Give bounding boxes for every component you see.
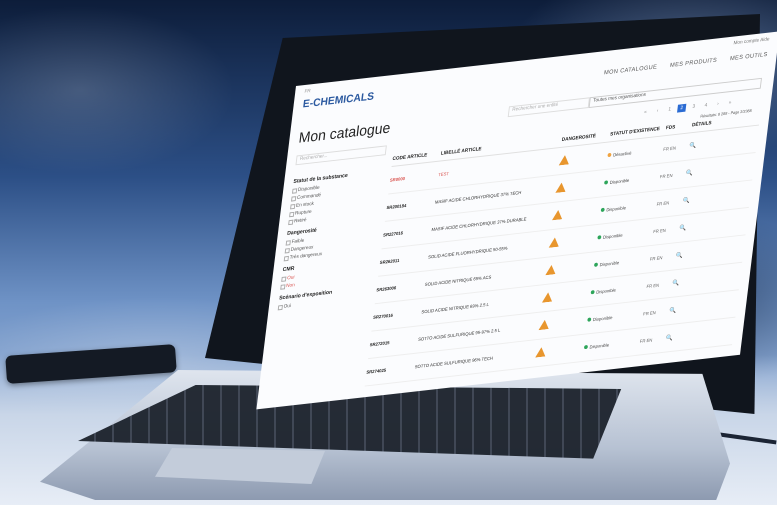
article-code: SR274025 — [366, 367, 387, 375]
article-label: TEST — [437, 171, 450, 178]
search-input[interactable]: Rechercher... — [295, 145, 387, 166]
fds-links[interactable]: FR EN — [663, 144, 690, 152]
status-dot-icon — [590, 290, 595, 295]
status-badge: Disponible — [593, 257, 650, 268]
page-button[interactable]: » — [725, 98, 734, 107]
hazard-cell — [555, 178, 605, 194]
fds-links[interactable]: FR EN — [660, 171, 687, 179]
page-button[interactable]: « — [641, 108, 650, 117]
fds-links[interactable]: FR EN — [646, 281, 673, 289]
article-code: SR200184 — [386, 203, 407, 211]
top-links[interactable]: Mon compte Aide — [733, 36, 770, 46]
status-badge: Disponible — [600, 202, 657, 213]
article-code: SR263006 — [376, 285, 397, 293]
fds-links[interactable]: FR EN — [656, 199, 683, 206]
hazard-cell — [545, 260, 595, 276]
page-button[interactable]: 2 — [677, 103, 687, 113]
status-dot-icon — [600, 207, 605, 213]
catalogue-table: CODE ARTICLE LIBELLÉ ARTICLE DANGEROSITÉ… — [364, 114, 761, 387]
article-code: SR270016 — [372, 312, 394, 320]
hazard-cell — [552, 205, 602, 221]
article-code: SR0000 — [389, 176, 406, 183]
hazard-cell — [559, 150, 609, 166]
hazard-cell — [542, 287, 592, 303]
status-dot-icon — [607, 152, 612, 158]
main-menu: MON CATALOGUE MES PRODUITS MES OUTILS — [604, 52, 768, 76]
status-badge: Disponible — [587, 312, 643, 323]
article-label: MASIF ACIDE CHLORHYDRIQUE 37% DURABLE — [431, 216, 527, 233]
page-button[interactable]: 4 — [701, 101, 710, 110]
menu-item-products[interactable]: MES PRODUITS — [670, 58, 718, 69]
article-code: SR227016 — [382, 230, 404, 238]
search-icon[interactable]: 🔍 — [672, 276, 710, 287]
fds-links[interactable]: FR EN — [643, 309, 670, 316]
entity-search-input[interactable]: Rechercher une entité — [507, 97, 590, 118]
hazard-warning-icon — [545, 264, 556, 275]
status-dot-icon — [597, 235, 602, 240]
col-fds: FDS — [665, 124, 676, 132]
article-label: SOLID ACIDE NITRIQUE 69% 2.5 L — [421, 301, 490, 315]
search-icon[interactable]: 🔍 — [689, 139, 727, 150]
article-label: SOTTO ACIDE SULFURIQUE 95-97% 2.5 L — [417, 327, 501, 342]
hazard-warning-icon — [549, 237, 560, 248]
hazard-warning-icon — [555, 182, 566, 193]
status-badge: Disponible — [597, 229, 653, 240]
hazard-warning-icon — [559, 155, 570, 166]
status-dot-icon — [593, 262, 599, 267]
status-dot-icon — [604, 180, 609, 185]
status-badge: Disponible — [604, 174, 660, 185]
hazard-cell — [535, 342, 585, 358]
search-icon[interactable]: 🔍 — [665, 331, 703, 342]
fds-links[interactable]: FR EN — [653, 226, 680, 234]
page-button[interactable]: 3 — [689, 102, 698, 111]
laptop-screen: FR E-CHEMICALS Mon compte Aide MON CATAL… — [256, 31, 777, 410]
article-code: SR262011 — [379, 257, 400, 266]
site-logo[interactable]: E-CHEMICALS — [302, 91, 374, 111]
status-badge: Disponible — [583, 339, 640, 350]
col-details: DÉTAILS — [691, 120, 712, 129]
status-badge: Désactivé — [607, 147, 663, 158]
page-button[interactable]: › — [713, 100, 722, 109]
hazard-cell — [548, 233, 598, 249]
article-label: SOTTO ACIDE SULFURIQUE 96% TECH — [414, 355, 494, 370]
hazard-warning-icon — [535, 347, 546, 358]
hazard-warning-icon — [538, 319, 549, 330]
search-icon[interactable]: 🔍 — [669, 303, 707, 315]
page-button[interactable]: 1 — [665, 105, 674, 114]
page-button[interactable]: ‹ — [653, 107, 662, 116]
fds-links[interactable]: FR EN — [640, 336, 667, 344]
article-code: SR272015 — [369, 340, 390, 348]
menu-item-catalogue[interactable]: MON CATALOGUE — [604, 65, 658, 77]
status-dot-icon — [587, 317, 592, 322]
status-dot-icon — [583, 344, 589, 350]
page-title: Mon catalogue — [297, 119, 392, 147]
col-code[interactable]: CODE ARTICLE — [392, 151, 441, 162]
col-hazard: DANGEROSITÉ — [561, 133, 597, 144]
hazard-warning-icon — [542, 292, 553, 303]
article-label: SOLID ACIDE FLUORHYDRIQUE 50-55% — [427, 245, 508, 260]
fds-links[interactable]: FR EN — [650, 254, 677, 261]
search-icon[interactable]: 🔍 — [676, 249, 714, 260]
hazard-cell — [538, 315, 588, 331]
search-icon[interactable]: 🔍 — [686, 166, 724, 178]
article-label: SOLID ACIDE NITRIQUE 65% ACS — [424, 274, 492, 288]
col-status: STATUT D'EXISTENCE — [609, 126, 661, 138]
search-icon[interactable]: 🔍 — [679, 221, 717, 233]
hazard-warning-icon — [552, 209, 563, 220]
status-badge: Disponible — [590, 284, 646, 295]
language-flag[interactable]: FR — [304, 88, 311, 95]
article-label: MASIF ACIDE CHLORHYDRIQUE 37% TECH — [434, 190, 522, 205]
search-icon[interactable]: 🔍 — [682, 194, 720, 205]
filter-sidebar: Statut de la substance Disponible Commandé… — [277, 163, 382, 312]
menu-item-tools[interactable]: MES OUTILS — [730, 52, 768, 62]
